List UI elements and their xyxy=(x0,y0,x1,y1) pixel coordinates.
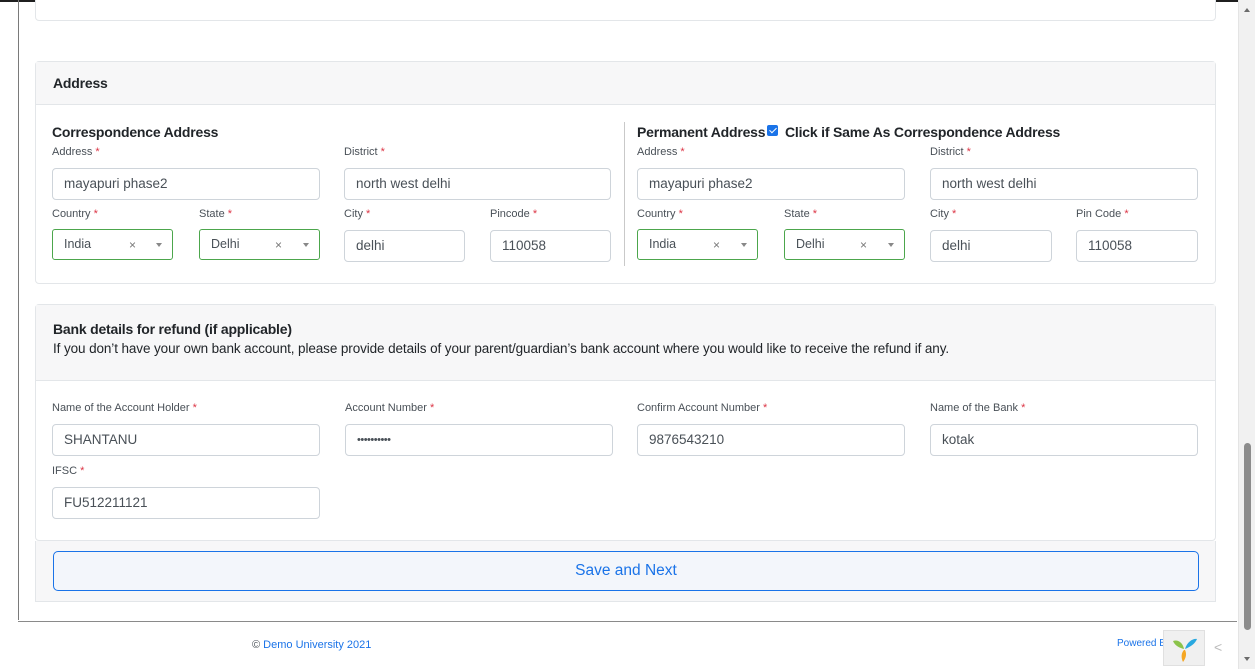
account-holder-input[interactable]: SHANTANU xyxy=(52,424,320,456)
perm-country-label: Country * xyxy=(637,208,683,220)
copyright-text: © Demo University 2021 xyxy=(252,639,371,651)
perm-district-label: District * xyxy=(930,146,971,158)
vertical-scrollbar[interactable] xyxy=(1238,0,1255,669)
bank-card-title: Bank details for refund (if applicable) xyxy=(53,321,292,337)
bank-name-input[interactable]: kotak xyxy=(930,424,1198,456)
address-card-header: Address xyxy=(36,62,1215,105)
university-link[interactable]: Demo University 2021 xyxy=(263,639,371,651)
ifsc-label: IFSC * xyxy=(52,465,85,477)
perm-pincode-label: Pin Code * xyxy=(1076,208,1129,220)
copyright-symbol: © xyxy=(252,639,261,651)
perm-state-label: State * xyxy=(784,208,818,220)
clear-icon[interactable]: × xyxy=(713,238,720,252)
corr-city-label: City * xyxy=(344,208,371,220)
corr-state-label: State * xyxy=(199,208,233,220)
corr-state-select[interactable]: Delhi × xyxy=(199,229,320,260)
chevron-down-icon[interactable] xyxy=(156,243,162,247)
address-card-title: Address xyxy=(53,75,108,91)
corr-pincode-label: Pincode * xyxy=(490,208,538,220)
corr-district-label: District * xyxy=(344,146,385,158)
confirm-account-label: Confirm Account Number * xyxy=(637,402,768,414)
clear-icon[interactable]: × xyxy=(129,238,136,252)
clear-icon[interactable]: × xyxy=(275,238,282,252)
corr-address-input[interactable]: mayapuri phase2 xyxy=(52,168,320,200)
perm-city-label: City * xyxy=(930,208,957,220)
corr-pincode-input[interactable]: 110058 xyxy=(490,230,611,262)
perm-address-input[interactable]: mayapuri phase2 xyxy=(637,168,905,200)
clear-icon[interactable]: × xyxy=(860,238,867,252)
save-and-next-button[interactable]: Save and Next xyxy=(53,551,1199,591)
ifsc-input[interactable]: FU512211121 xyxy=(52,487,320,519)
corr-district-input[interactable]: north west delhi xyxy=(344,168,611,200)
footer: © Demo University 2021 Powered By: < xyxy=(0,622,1237,669)
account-number-input[interactable]: •••••••••• xyxy=(345,424,613,456)
corr-state-value: Delhi xyxy=(211,237,240,251)
confirm-account-input[interactable]: 9876543210 xyxy=(637,424,905,456)
perm-country-select[interactable]: India × xyxy=(637,229,758,260)
previous-section-card xyxy=(35,0,1216,21)
corr-country-value: India xyxy=(64,237,92,251)
bank-name-label: Name of the Bank * xyxy=(930,402,1026,414)
perm-address-label: Address * xyxy=(637,146,685,158)
scroll-up-arrow-icon[interactable] xyxy=(1244,8,1250,12)
perm-country-value: India xyxy=(649,237,677,251)
corr-address-label: Address * xyxy=(52,146,100,158)
perm-district-input[interactable]: north west delhi xyxy=(930,168,1198,200)
corr-country-select[interactable]: India × xyxy=(52,229,173,260)
address-column-divider xyxy=(624,122,625,266)
save-bar: Save and Next xyxy=(35,541,1216,602)
bank-card-description: If you don’t have your own bank account,… xyxy=(53,341,950,356)
chevron-down-icon[interactable] xyxy=(888,243,894,247)
corr-city-input[interactable]: delhi xyxy=(344,230,465,262)
permanent-address-title: Permanent Address xyxy=(637,124,766,140)
bank-card-header: Bank details for refund (if applicable) … xyxy=(36,305,1215,381)
chevron-down-icon[interactable] xyxy=(303,243,309,247)
correspondence-address-title: Correspondence Address xyxy=(52,124,219,140)
account-number-label: Account Number * xyxy=(345,402,435,414)
chevron-left-icon[interactable]: < xyxy=(1214,639,1222,655)
perm-state-value: Delhi xyxy=(796,237,825,251)
vendor-logo-icon[interactable] xyxy=(1163,630,1205,666)
perm-city-input[interactable]: delhi xyxy=(930,230,1052,262)
corr-country-label: Country * xyxy=(52,208,98,220)
same-as-correspondence-checkbox[interactable] xyxy=(767,125,778,136)
scrollbar-thumb[interactable] xyxy=(1244,443,1251,630)
chevron-down-icon[interactable] xyxy=(741,243,747,247)
perm-pincode-input[interactable]: 110058 xyxy=(1076,230,1198,262)
perm-state-select[interactable]: Delhi × xyxy=(784,229,905,260)
same-as-correspondence-label[interactable]: Click if Same As Correspondence Address xyxy=(785,124,1060,140)
account-holder-label: Name of the Account Holder * xyxy=(52,402,197,414)
scroll-down-arrow-icon[interactable] xyxy=(1244,657,1250,661)
content-left-border xyxy=(18,0,19,620)
